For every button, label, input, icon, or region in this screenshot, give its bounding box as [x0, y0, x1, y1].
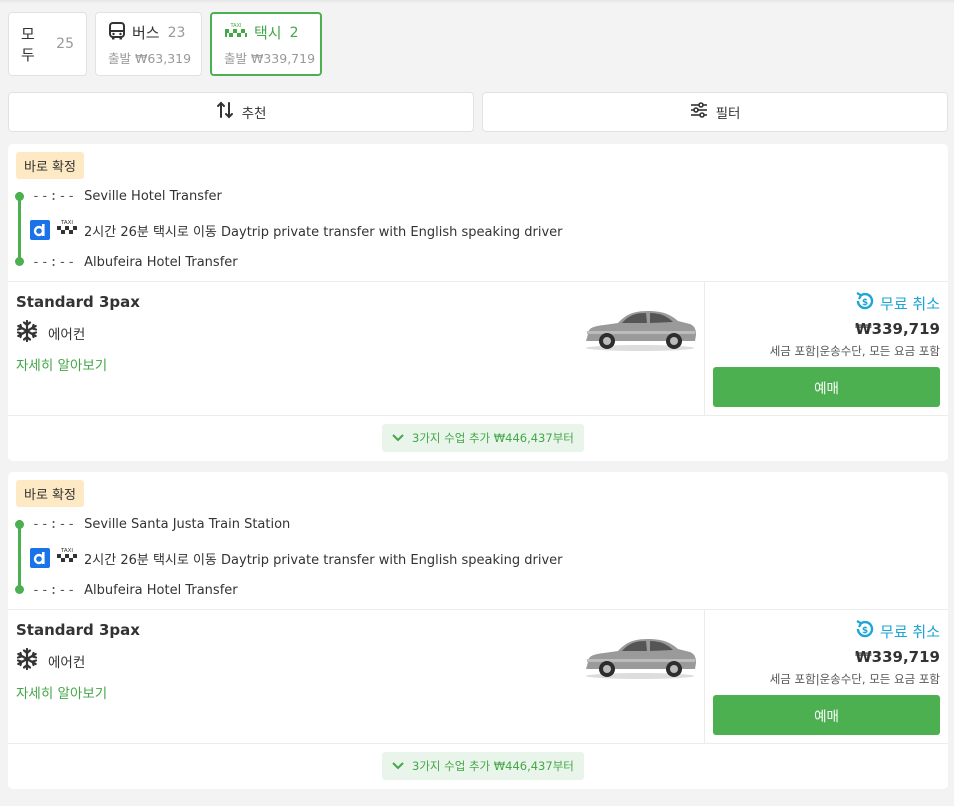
more-options-label: 3가지 수업 추가 ₩446,437부터: [412, 431, 574, 445]
svg-text:TAXI: TAXI: [60, 548, 73, 554]
tab-all-count: 25: [56, 36, 74, 52]
destination-stop: --:-- Albufeira Hotel Transfer: [32, 583, 238, 598]
tab-taxi-count: 2: [289, 24, 299, 41]
chevron-down-icon: [392, 431, 404, 445]
more-options-button[interactable]: 3가지 수업 추가 ₩446,437부터: [382, 424, 584, 452]
sort-icon: [216, 101, 234, 123]
chevron-down-icon: [392, 759, 404, 773]
free-cancel-icon: $: [854, 290, 876, 316]
divider: [8, 281, 948, 282]
tab-bus[interactable]: 버스 23 출발 ₩63,319: [95, 12, 202, 76]
origin-dot: [15, 520, 24, 529]
snowflake-icon: [16, 647, 38, 674]
free-cancel-icon: $: [854, 618, 876, 644]
destination-dot: [15, 257, 24, 266]
tab-taxi-price: 출발 ₩339,719: [224, 50, 316, 66]
route-timeline: [18, 520, 21, 586]
destination-time: --:--: [32, 255, 77, 270]
free-cancel[interactable]: $ 무료 취소: [854, 290, 940, 316]
route-timeline: [18, 192, 21, 258]
divider: [8, 609, 948, 610]
price-note: 세금 포함|운송수단, 모든 요금 포함: [769, 344, 940, 358]
price: ₩339,719: [855, 648, 940, 666]
daytrip-logo-icon: [30, 220, 50, 240]
tab-bus-count: 23: [167, 24, 186, 41]
origin-name: Seville Hotel Transfer: [84, 189, 222, 204]
tab-bus-label: 버스: [132, 24, 160, 42]
trip-leg: TAXI 2시간 26분 택시로 이동 Daytrip private tran…: [30, 546, 562, 570]
details-link[interactable]: 자세히 알아보기: [16, 682, 107, 702]
book-button[interactable]: 예매: [713, 367, 940, 407]
result-card: 바로 확정 --:-- Seville Santa Justa Train Sta…: [8, 472, 948, 789]
price-note: 세금 포함|운송수단, 모든 요금 포함: [769, 672, 940, 686]
filter-label: 필터: [715, 106, 741, 122]
origin-dot: [15, 192, 24, 201]
top-shadow: [0, 0, 954, 4]
price: ₩339,719: [855, 320, 940, 338]
origin-time: --:--: [32, 189, 77, 204]
svg-text:TAXI: TAXI: [230, 23, 242, 29]
tab-all[interactable]: 모두 25: [8, 12, 87, 76]
result-card: 바로 확정 --:-- Seville Hotel Transfer TAXI 2…: [8, 144, 948, 461]
book-button[interactable]: 예매: [713, 695, 940, 735]
filter-icon: [690, 101, 708, 123]
divider: [8, 743, 948, 744]
instant-confirm-badge: 바로 확정: [16, 480, 84, 507]
divider: [704, 281, 705, 415]
origin-name: Seville Santa Justa Train Station: [84, 517, 291, 532]
transport-type-tabs: 모두 25 버스 23 출발 ₩63,319 TAXI 택시 2 출발 ₩339…: [8, 12, 322, 76]
free-cancel[interactable]: $ 무료 취소: [854, 618, 940, 644]
leg-description: 2시간 26분 택시로 이동 Daytrip private transfer …: [84, 224, 563, 240]
leg-description: 2시간 26분 택시로 이동 Daytrip private transfer …: [84, 552, 563, 568]
details-link[interactable]: 자세히 알아보기: [16, 354, 107, 374]
destination-stop: --:-- Albufeira Hotel Transfer: [32, 255, 238, 270]
taxi-icon: TAXI: [224, 22, 248, 44]
instant-confirm-badge: 바로 확정: [16, 152, 84, 179]
amenity-aircon: 에어컨: [16, 319, 86, 346]
more-options-label: 3가지 수업 추가 ₩446,437부터: [412, 759, 574, 773]
taxi-icon: TAXI: [56, 546, 78, 570]
tab-taxi[interactable]: TAXI 택시 2 출발 ₩339,719: [210, 12, 322, 76]
divider: [8, 415, 948, 416]
vehicle-name: Standard 3pax: [16, 621, 140, 639]
origin-stop: --:-- Seville Santa Justa Train Station: [32, 517, 290, 532]
snowflake-icon: [16, 319, 38, 346]
car-image: [582, 304, 698, 354]
daytrip-logo-icon: [30, 548, 50, 568]
amenity-label: 에어컨: [48, 327, 86, 343]
sort-button[interactable]: 추천: [8, 92, 474, 132]
amenity-label: 에어컨: [48, 655, 86, 671]
taxi-icon: TAXI: [56, 218, 78, 242]
destination-name: Albufeira Hotel Transfer: [84, 255, 238, 270]
bus-icon: [108, 21, 126, 44]
amenity-aircon: 에어컨: [16, 647, 86, 674]
destination-dot: [15, 585, 24, 594]
trip-leg: TAXI 2시간 26분 택시로 이동 Daytrip private tran…: [30, 218, 562, 242]
free-cancel-label: 무료 취소: [880, 294, 940, 313]
filter-button[interactable]: 필터: [482, 92, 948, 132]
destination-name: Albufeira Hotel Transfer: [84, 583, 238, 598]
svg-text:$: $: [862, 298, 868, 308]
free-cancel-label: 무료 취소: [880, 622, 940, 641]
svg-text:$: $: [862, 626, 868, 636]
tab-taxi-label: 택시: [254, 24, 282, 42]
tab-all-label: 모두: [21, 25, 35, 64]
destination-time: --:--: [32, 583, 77, 598]
vehicle-name: Standard 3pax: [16, 293, 140, 311]
svg-text:TAXI: TAXI: [60, 220, 73, 226]
sort-label: 추천: [241, 106, 267, 122]
car-image: [582, 632, 698, 682]
tab-bus-price: 출발 ₩63,319: [108, 50, 192, 66]
more-options-button[interactable]: 3가지 수업 추가 ₩446,437부터: [382, 752, 584, 780]
origin-stop: --:-- Seville Hotel Transfer: [32, 189, 222, 204]
divider: [704, 609, 705, 743]
origin-time: --:--: [32, 517, 77, 532]
